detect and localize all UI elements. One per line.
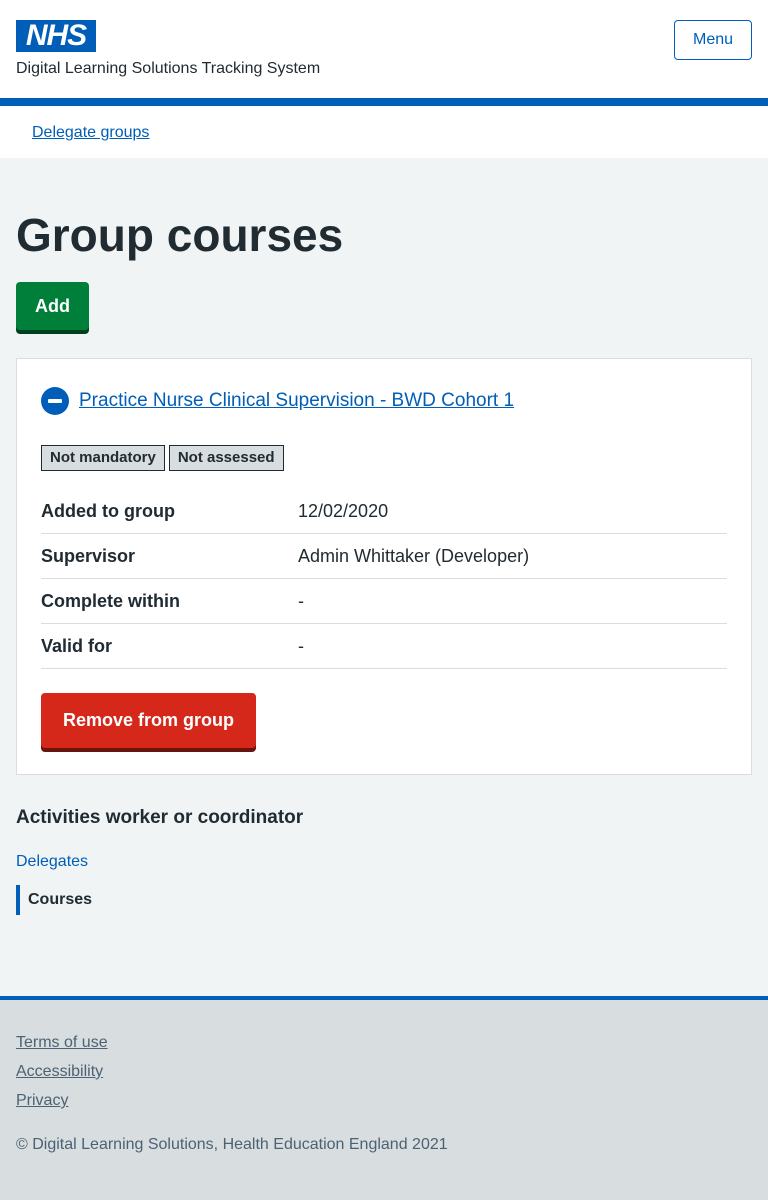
remove-from-group-button[interactable]: Remove from group [41,693,256,748]
summary-key: Added to group [41,500,175,521]
summary-row-valid-for: Valid for - [41,624,727,669]
course-card-header[interactable]: Practice Nurse Clinical Supervision - BW… [41,387,727,415]
collapse-minus-icon[interactable] [41,387,69,415]
nhs-logo-text: NHS [25,19,87,52]
summary-key: Complete within [41,590,180,611]
tag-assessed: Not assessed [168,445,284,471]
page-title: Group courses [16,209,344,261]
tag-mandatory: Not mandatory [41,445,165,471]
summary-row-supervisor: Supervisor Admin Whittaker (Developer) [41,534,727,579]
header-divider [0,98,768,106]
side-nav-title: Activities worker or coordinator [16,807,304,828]
service-name[interactable]: Digital Learning Solutions Tracking Syst… [16,60,320,78]
summary-row-added: Added to group 12/02/2020 [41,489,727,534]
menu-button[interactable]: Menu [674,20,752,60]
course-card: Practice Nurse Clinical Supervision - BW… [16,358,752,775]
summary-value: - [298,635,304,656]
breadcrumb: Delegate groups [0,106,768,158]
side-nav-courses-current: Courses [16,885,752,915]
nhs-logo[interactable]: NHS [16,20,96,52]
summary-value: - [298,590,304,611]
course-title-link[interactable]: Practice Nurse Clinical Supervision - BW… [79,390,514,412]
breadcrumb-delegate-groups-link[interactable]: Delegate groups [32,124,149,141]
summary-row-complete-within: Complete within - [41,579,727,624]
side-nav-delegates-link[interactable]: Delegates [16,853,752,871]
summary-value: Admin Whittaker (Developer) [298,545,530,566]
summary-value: 12/02/2020 [298,500,389,521]
summary-key: Supervisor [41,545,136,566]
footer-privacy-link[interactable]: Privacy [16,1092,752,1110]
summary-key: Valid for [41,635,113,656]
main-content: Group courses Add Practice Nurse Clinica… [0,208,768,915]
footer-accessibility-link[interactable]: Accessibility [16,1063,752,1081]
site-header: NHS Digital Learning Solutions Tracking … [0,0,768,98]
course-tags: Not mandatory Not assessed [41,445,727,471]
footer-terms-link[interactable]: Terms of use [16,1034,752,1052]
course-summary-list: Added to group 12/02/2020 Supervisor Adm… [41,489,727,669]
side-navigation: Activities worker or coordinator Delegat… [16,807,752,915]
add-button[interactable]: Add [16,282,89,330]
site-footer: Terms of use Accessibility Privacy © Dig… [0,996,768,1200]
footer-copyright: © Digital Learning Solutions, Health Edu… [16,1136,448,1153]
